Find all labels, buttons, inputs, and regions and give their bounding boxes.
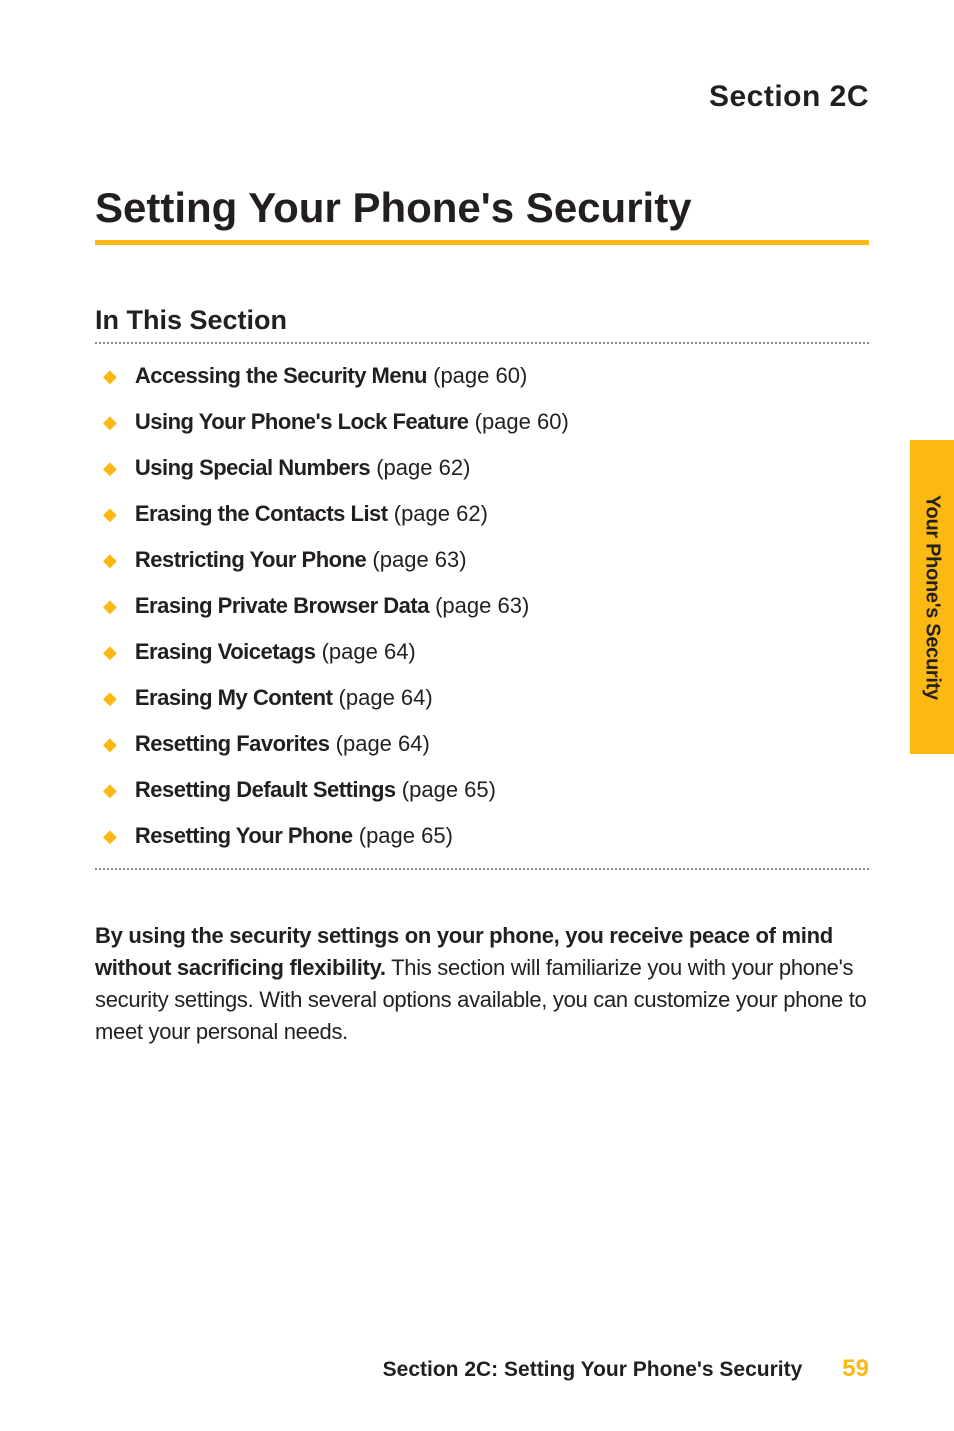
toc-item: ◆ Using Special Numbers (page 62) — [95, 454, 869, 482]
toc-item: ◆ Erasing My Content (page 64) — [95, 684, 869, 712]
toc-item: ◆ Erasing the Contacts List (page 62) — [95, 500, 869, 528]
toc-text: Accessing the Security Menu (page 60) — [135, 362, 527, 390]
toc-title: Accessing the Security Menu — [135, 363, 427, 388]
title-underline — [95, 240, 869, 245]
main-title: Setting Your Phone's Security — [95, 184, 869, 232]
toc-text: Erasing My Content (page 64) — [135, 684, 433, 712]
diamond-bullet-icon: ◆ — [103, 822, 117, 850]
section-label: Section 2C — [95, 80, 869, 114]
dotted-divider-bottom — [95, 868, 869, 870]
toc-text: Resetting Default Settings (page 65) — [135, 776, 496, 804]
footer-page-number: 59 — [842, 1355, 869, 1383]
toc-title: Resetting Your Phone — [135, 823, 353, 848]
toc-page-ref: (page 63) — [435, 593, 529, 618]
toc-page-ref: (page 65) — [402, 777, 496, 802]
toc-title: Resetting Default Settings — [135, 777, 396, 802]
toc-page-ref: (page 62) — [376, 455, 470, 480]
toc-title: Erasing Private Browser Data — [135, 593, 429, 618]
toc-item: ◆ Accessing the Security Menu (page 60) — [95, 362, 869, 390]
in-this-section-heading: In This Section — [95, 305, 869, 336]
toc-text: Erasing Voicetags (page 64) — [135, 638, 416, 666]
toc-item: ◆ Resetting Default Settings (page 65) — [95, 776, 869, 804]
toc-item: ◆ Erasing Private Browser Data (page 63) — [95, 592, 869, 620]
side-tab-label: Your Phone's Security — [921, 495, 944, 700]
body-paragraph: By using the security settings on your p… — [95, 920, 869, 1048]
toc-title: Erasing Voicetags — [135, 639, 316, 664]
toc-page-ref: (page 62) — [394, 501, 488, 526]
toc-item: ◆ Erasing Voicetags (page 64) — [95, 638, 869, 666]
toc-page-ref: (page 65) — [359, 823, 453, 848]
diamond-bullet-icon: ◆ — [103, 500, 117, 528]
toc-page-ref: (page 64) — [339, 685, 433, 710]
page-footer: Section 2C: Setting Your Phone's Securit… — [0, 1355, 954, 1383]
diamond-bullet-icon: ◆ — [103, 592, 117, 620]
diamond-bullet-icon: ◆ — [103, 638, 117, 666]
diamond-bullet-icon: ◆ — [103, 454, 117, 482]
toc-text: Resetting Your Phone (page 65) — [135, 822, 453, 850]
toc-text: Erasing Private Browser Data (page 63) — [135, 592, 529, 620]
diamond-bullet-icon: ◆ — [103, 362, 117, 390]
diamond-bullet-icon: ◆ — [103, 684, 117, 712]
toc-page-ref: (page 64) — [322, 639, 416, 664]
toc-text: Resetting Favorites (page 64) — [135, 730, 430, 758]
toc-item: ◆ Resetting Your Phone (page 65) — [95, 822, 869, 850]
diamond-bullet-icon: ◆ — [103, 408, 117, 436]
toc-title: Restricting Your Phone — [135, 547, 366, 572]
toc-title: Erasing My Content — [135, 685, 333, 710]
toc-item: ◆ Using Your Phone's Lock Feature (page … — [95, 408, 869, 436]
toc-text: Using Special Numbers (page 62) — [135, 454, 471, 482]
toc-text: Erasing the Contacts List (page 62) — [135, 500, 488, 528]
toc-title: Resetting Favorites — [135, 731, 330, 756]
footer-section-title: Section 2C: Setting Your Phone's Securit… — [383, 1358, 803, 1382]
toc-title: Using Special Numbers — [135, 455, 370, 480]
diamond-bullet-icon: ◆ — [103, 776, 117, 804]
toc-list: ◆ Accessing the Security Menu (page 60) … — [95, 362, 869, 850]
toc-page-ref: (page 63) — [372, 547, 466, 572]
toc-page-ref: (page 64) — [336, 731, 430, 756]
toc-text: Using Your Phone's Lock Feature (page 60… — [135, 408, 569, 436]
side-tab: Your Phone's Security — [910, 440, 954, 754]
diamond-bullet-icon: ◆ — [103, 546, 117, 574]
toc-page-ref: (page 60) — [433, 363, 527, 388]
page-container: Section 2C Setting Your Phone's Security… — [0, 0, 954, 1431]
toc-title: Using Your Phone's Lock Feature — [135, 409, 469, 434]
toc-item: ◆ Resetting Favorites (page 64) — [95, 730, 869, 758]
dotted-divider-top — [95, 342, 869, 344]
toc-title: Erasing the Contacts List — [135, 501, 388, 526]
toc-page-ref: (page 60) — [475, 409, 569, 434]
diamond-bullet-icon: ◆ — [103, 730, 117, 758]
toc-text: Restricting Your Phone (page 63) — [135, 546, 467, 574]
toc-item: ◆ Restricting Your Phone (page 63) — [95, 546, 869, 574]
